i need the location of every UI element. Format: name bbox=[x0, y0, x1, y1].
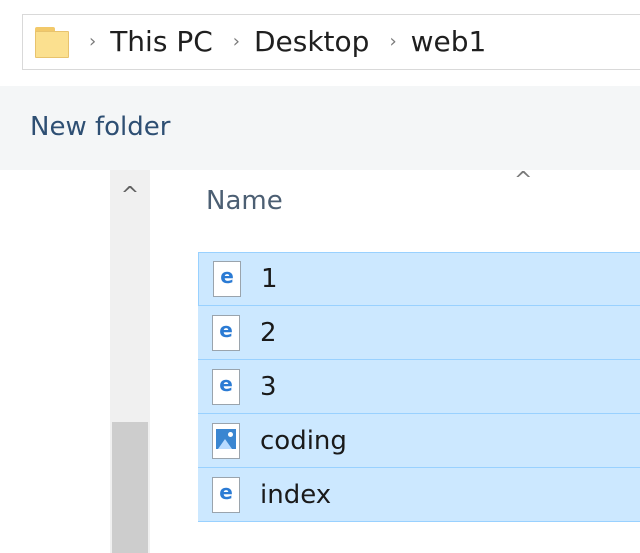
chevron-right-icon[interactable]: › bbox=[389, 33, 396, 51]
file-row[interactable]: e 2 bbox=[198, 306, 640, 360]
html-file-icon: e bbox=[213, 261, 241, 297]
address-area: › This PC › Desktop › web1 bbox=[0, 0, 640, 86]
file-name: 2 bbox=[260, 317, 277, 348]
command-bar: New folder bbox=[0, 86, 640, 170]
html-file-icon: e bbox=[212, 476, 240, 513]
chevron-right-icon[interactable]: › bbox=[89, 33, 96, 51]
chevron-right-icon[interactable]: › bbox=[233, 33, 240, 51]
folder-icon bbox=[35, 27, 71, 58]
new-folder-button[interactable]: New folder bbox=[30, 112, 170, 142]
file-row[interactable]: coding bbox=[198, 414, 640, 468]
navigation-pane bbox=[0, 170, 110, 553]
scroll-thumb[interactable] bbox=[112, 422, 148, 553]
breadcrumb-this-pc[interactable]: This PC bbox=[110, 28, 213, 56]
file-rows: e 1 e 2 e 3 coding e index bbox=[198, 252, 640, 522]
navigation-scrollbar[interactable]: ^ bbox=[110, 170, 150, 553]
sort-ascending-icon: ^ bbox=[514, 168, 533, 193]
file-row[interactable]: e 3 bbox=[198, 360, 640, 414]
file-name: 1 bbox=[261, 264, 278, 294]
html-file-icon: e bbox=[212, 368, 240, 405]
scroll-up-icon[interactable]: ^ bbox=[110, 170, 150, 220]
column-header-name[interactable]: Name bbox=[206, 186, 283, 216]
breadcrumb-desktop[interactable]: Desktop bbox=[254, 28, 369, 56]
file-row[interactable]: e 1 bbox=[198, 252, 640, 306]
file-list: ^ Name e 1 e 2 e 3 coding e index bbox=[150, 170, 640, 553]
breadcrumb-web1[interactable]: web1 bbox=[411, 28, 487, 56]
file-name: index bbox=[260, 479, 332, 510]
file-row[interactable]: e index bbox=[198, 468, 640, 522]
image-file-icon bbox=[212, 422, 240, 459]
file-name: 3 bbox=[260, 371, 277, 402]
file-name: coding bbox=[260, 425, 347, 456]
html-file-icon: e bbox=[212, 314, 240, 351]
address-bar[interactable]: › This PC › Desktop › web1 bbox=[22, 14, 640, 70]
file-explorer-window: › This PC › Desktop › web1 New folder ^ … bbox=[0, 0, 640, 553]
